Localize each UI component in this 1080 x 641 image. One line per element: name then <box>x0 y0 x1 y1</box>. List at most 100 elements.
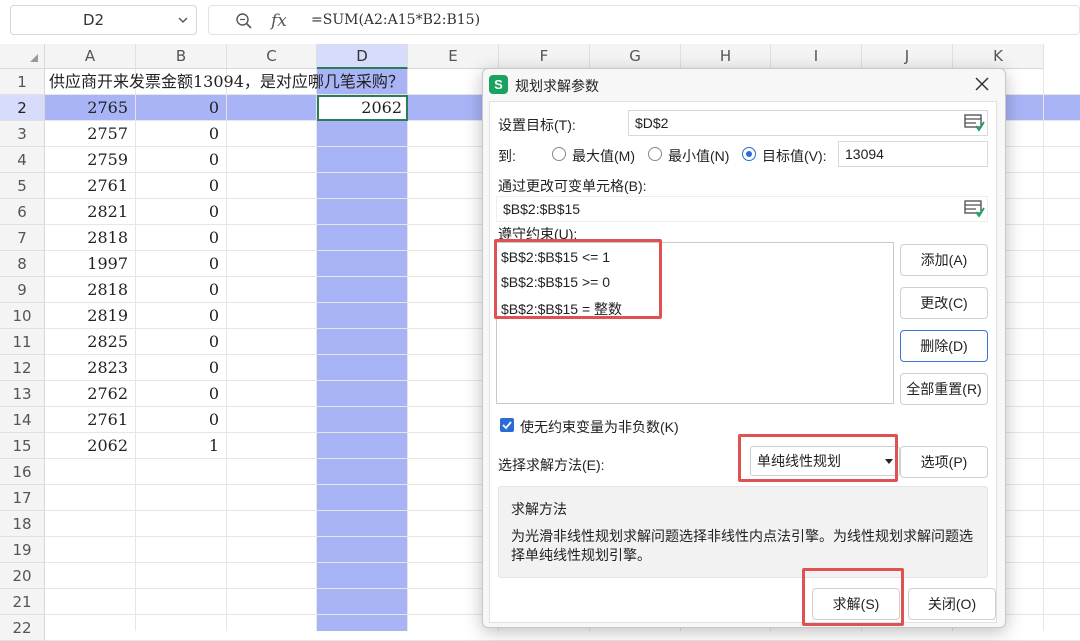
method-annotation <box>738 434 898 482</box>
column-header-e[interactable]: E <box>408 44 499 69</box>
options-button[interactable]: 选项(P) <box>900 446 988 478</box>
change-button[interactable]: 更改(C) <box>900 287 988 319</box>
column-d-highlight <box>317 69 408 631</box>
row-header-9[interactable]: 9 <box>0 277 45 303</box>
cell-a4[interactable]: 2759 <box>45 147 136 173</box>
solver-parameters-dialog: S 规划求解参数 设置目标(T): $D$2 到: 最大值(M) 最小值(N) … <box>482 68 1006 628</box>
set-objective-field[interactable]: $D$2 <box>628 110 988 136</box>
cell-b5[interactable]: 0 <box>136 173 227 199</box>
cell-b10[interactable]: 0 <box>136 303 227 329</box>
cell-a11[interactable]: 2825 <box>45 329 136 355</box>
cell-a15[interactable]: 2062 <box>45 433 136 459</box>
nonneg-checkbox-label[interactable]: 使无约束变量为非负数(K) <box>520 417 679 437</box>
row-header-20[interactable]: 20 <box>0 563 45 589</box>
row-header-11[interactable]: 11 <box>0 329 45 355</box>
add-button[interactable]: 添加(A) <box>900 244 988 276</box>
max-radio[interactable] <box>552 147 566 161</box>
to-label: 到: <box>498 148 516 164</box>
range-select-icon[interactable] <box>964 199 986 219</box>
row-header-19[interactable]: 19 <box>0 537 45 563</box>
column-header-g[interactable]: G <box>590 44 681 69</box>
row-header-1[interactable]: 1 <box>0 69 45 95</box>
column-header-d[interactable]: D <box>317 44 408 69</box>
formula-bar: D2 fx =SUM(A2:A15*B2:B15) <box>0 0 1080 40</box>
cell-a7[interactable]: 2818 <box>45 225 136 251</box>
column-header-b[interactable]: B <box>136 44 227 69</box>
select-all-corner[interactable] <box>0 44 45 69</box>
cell-b4[interactable]: 0 <box>136 147 227 173</box>
row-header-22[interactable]: 22 <box>0 615 45 641</box>
delete-button[interactable]: 删除(D) <box>900 330 988 362</box>
close-icon[interactable] <box>975 77 989 91</box>
cell-a9[interactable]: 2818 <box>45 277 136 303</box>
column-header-i[interactable]: I <box>771 44 862 69</box>
cell-a1-title[interactable]: 供应商开来发票金额13094，是对应哪几笔采购？ <box>49 69 404 95</box>
column-header-h[interactable]: H <box>681 44 771 69</box>
cell-a10[interactable]: 2819 <box>45 303 136 329</box>
row-header-4[interactable]: 4 <box>0 147 45 173</box>
name-box[interactable]: D2 <box>10 5 197 35</box>
row-header-16[interactable]: 16 <box>0 459 45 485</box>
chevron-down-icon[interactable] <box>178 15 188 25</box>
row-header-6[interactable]: 6 <box>0 199 45 225</box>
column-header-f[interactable]: F <box>499 44 590 69</box>
column-header-c[interactable]: C <box>227 44 317 69</box>
row-header-18[interactable]: 18 <box>0 511 45 537</box>
cell-b3[interactable]: 0 <box>136 121 227 147</box>
row-header-14[interactable]: 14 <box>0 407 45 433</box>
method-description-group: 求解方法 为光滑非线性规划求解问题选择非线性内点法引擎。为线性规划求解问题选择单… <box>498 486 988 578</box>
range-select-icon[interactable] <box>964 113 986 133</box>
row-header-5[interactable]: 5 <box>0 173 45 199</box>
cell-b6[interactable]: 0 <box>136 199 227 225</box>
cell-a8[interactable]: 1997 <box>45 251 136 277</box>
nonneg-checkbox[interactable] <box>500 418 514 432</box>
row-header-8[interactable]: 8 <box>0 251 45 277</box>
cell-a14[interactable]: 2761 <box>45 407 136 433</box>
fx-icon[interactable]: fx <box>271 8 287 34</box>
row-header-21[interactable]: 21 <box>0 589 45 615</box>
row-header-15[interactable]: 15 <box>0 433 45 459</box>
cell-d2-value[interactable]: 2062 <box>317 95 408 121</box>
row-header-3[interactable]: 3 <box>0 121 45 147</box>
cell-b9[interactable]: 0 <box>136 277 227 303</box>
cell-a5[interactable]: 2761 <box>45 173 136 199</box>
cell-a13[interactable]: 2762 <box>45 381 136 407</box>
row-header-2[interactable]: 2 <box>0 95 45 121</box>
formula-input-zone[interactable]: fx =SUM(A2:A15*B2:B15) <box>208 5 1080 35</box>
cell-b12[interactable]: 0 <box>136 355 227 381</box>
row-header-7[interactable]: 7 <box>0 225 45 251</box>
set-objective-label: 设置目标(T): <box>498 117 576 133</box>
reset-all-button[interactable]: 全部重置(R) <box>900 373 988 405</box>
min-radio-label[interactable]: 最小值(N) <box>668 146 729 166</box>
cell-b13[interactable]: 0 <box>136 381 227 407</box>
cell-b8[interactable]: 0 <box>136 251 227 277</box>
zoom-icon[interactable] <box>235 12 253 30</box>
row-header-12[interactable]: 12 <box>0 355 45 381</box>
column-header-k[interactable]: K <box>953 44 1044 69</box>
method-label: 选择求解方法(E): <box>498 457 605 473</box>
cell-b15[interactable]: 1 <box>136 433 227 459</box>
changing-cells-field[interactable]: $B$2:$B$15 <box>496 196 988 222</box>
column-header-a[interactable]: A <box>45 44 136 69</box>
cell-b14[interactable]: 0 <box>136 407 227 433</box>
close-button[interactable]: 关闭(O) <box>908 588 996 620</box>
cell-a2[interactable]: 2765 <box>45 95 136 121</box>
row-header-13[interactable]: 13 <box>0 381 45 407</box>
value-of-radio-label[interactable]: 目标值(V): <box>762 146 827 166</box>
cell-b11[interactable]: 0 <box>136 329 227 355</box>
cell-a12[interactable]: 2823 <box>45 355 136 381</box>
formula-text[interactable]: =SUM(A2:A15*B2:B15) <box>311 6 480 34</box>
dialog-titlebar[interactable]: S 规划求解参数 <box>483 69 1005 101</box>
cell-b2[interactable]: 0 <box>136 95 227 121</box>
max-radio-label[interactable]: 最大值(M) <box>572 146 635 166</box>
dialog-body: 设置目标(T): $D$2 到: 最大值(M) 最小值(N) 目标值(V): 1… <box>489 101 997 626</box>
min-radio[interactable] <box>648 147 662 161</box>
row-header-17[interactable]: 17 <box>0 485 45 511</box>
cell-b7[interactable]: 0 <box>136 225 227 251</box>
value-of-field[interactable]: 13094 <box>838 141 988 167</box>
cell-a6[interactable]: 2821 <box>45 199 136 225</box>
column-header-j[interactable]: J <box>862 44 953 69</box>
value-of-radio[interactable] <box>742 147 756 161</box>
cell-a3[interactable]: 2757 <box>45 121 136 147</box>
row-header-10[interactable]: 10 <box>0 303 45 329</box>
